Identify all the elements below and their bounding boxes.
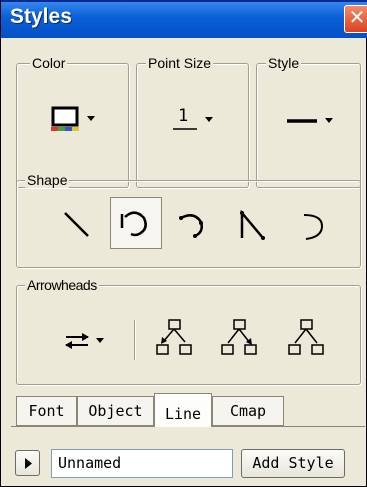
arc-icon — [303, 214, 324, 240]
arrowheads-label: Arrowheads — [25, 277, 99, 293]
shape-straight-button[interactable] — [55, 201, 99, 245]
arrowhead-right-button[interactable] — [285, 316, 329, 360]
shape-label: Shape — [25, 172, 70, 188]
color-label: Color — [30, 55, 68, 71]
play-triangle-icon — [25, 458, 32, 469]
tab-line[interactable]: Line — [154, 393, 212, 427]
bent-arc-icon — [120, 211, 147, 237]
bent-arc-dots-icon — [179, 214, 203, 238]
arrow-direction-button[interactable] — [59, 324, 117, 360]
tree-arrow-right-icon — [288, 319, 324, 355]
chevron-down-icon — [173, 117, 213, 130]
color-palette-icon — [51, 106, 95, 131]
tree-arrow-left-icon — [156, 319, 192, 355]
styles-window: Styles ✕ Color Point Size 1 Style Shape … — [0, 0, 367, 487]
arrowheads-group: Arrowheads — [16, 277, 361, 385]
shape-group: Shape — [16, 172, 361, 268]
style-label: Style — [266, 55, 302, 71]
shape-angled-button[interactable] — [230, 201, 274, 245]
tab-object[interactable]: Object — [77, 396, 154, 426]
tree-arrow-middle-icon — [221, 319, 257, 355]
point-size-label: Point Size — [146, 55, 214, 71]
arrow-direction-dropdown-icon — [65, 333, 104, 349]
point-size-button[interactable]: 1 — [157, 100, 229, 150]
expand-button[interactable] — [15, 450, 40, 476]
window-title: Styles — [10, 5, 72, 28]
straight-line-icon — [64, 212, 89, 237]
arrowheads-divider — [134, 320, 135, 360]
style-name-input[interactable]: Unnamed — [51, 449, 233, 478]
style-group: Style — [256, 55, 361, 188]
tab-cmap[interactable]: Cmap — [212, 396, 284, 426]
shape-arc-dots-button[interactable] — [170, 201, 214, 245]
arrowhead-left-button[interactable] — [153, 316, 197, 360]
title-bar[interactable]: Styles ✕ — [1, 0, 367, 38]
shape-arc-button[interactable] — [292, 201, 336, 245]
solid-line-icon — [287, 118, 333, 123]
title-bar-edge — [1, 0, 367, 2]
point-size-group: Point Size 1 — [136, 55, 249, 188]
color-picker-button[interactable] — [37, 100, 109, 150]
add-style-button[interactable]: Add Style — [241, 449, 345, 478]
angled-line-icon — [240, 209, 265, 240]
tab-font[interactable]: Font — [16, 396, 77, 426]
line-style-button[interactable] — [273, 100, 345, 150]
arrowhead-middle-button[interactable] — [218, 316, 262, 360]
shape-bent-arc-button[interactable] — [110, 197, 162, 249]
close-button[interactable]: ✕ — [344, 5, 367, 33]
color-group: Color — [16, 55, 129, 188]
